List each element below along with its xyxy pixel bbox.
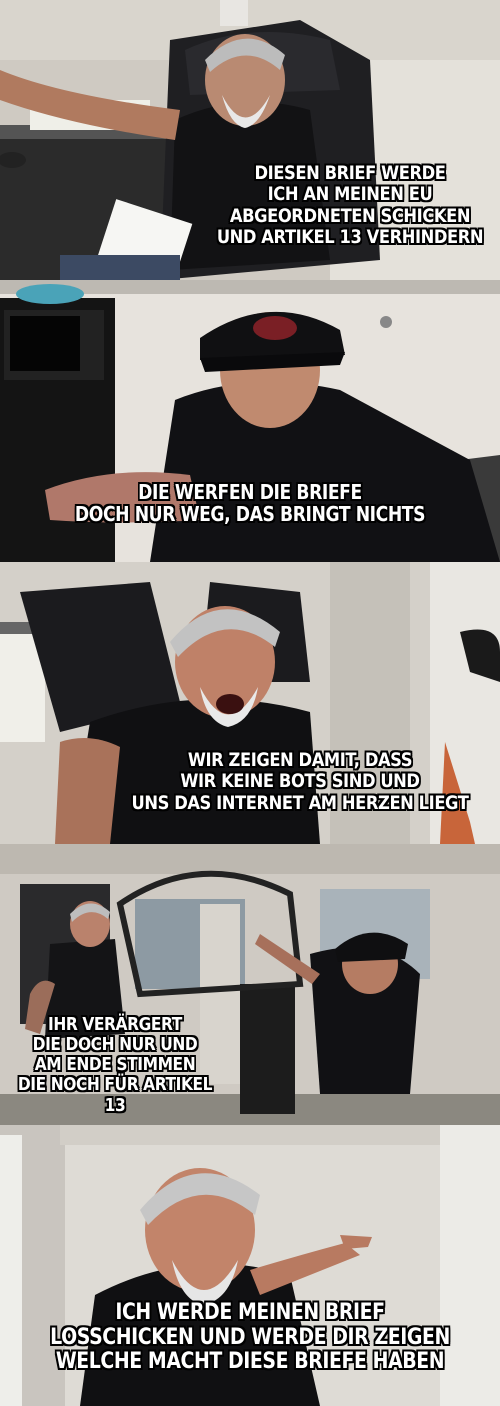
panel-1: DIESEN BRIEF WERDE ICH AN MEINEN EU ABGE… [0, 0, 500, 280]
panel-5-caption: ICH WERDE MEINEN BRIEF LOSSCHICKEN UND W… [50, 1300, 450, 1375]
panel-2-caption: DIE WERFEN DIE BRIEFE DOCH NUR WEG, DAS … [74, 480, 426, 527]
panel-1-caption: DIESEN BRIEF WERDE ICH AN MEINEN EU ABGE… [216, 162, 484, 248]
panel-5: ICH WERDE MEINEN BRIEF LOSSCHICKEN UND W… [0, 1125, 500, 1406]
panel-4-caption: IHR VERÄRGERT DIE DOCH NUR UND AM ENDE S… [17, 1014, 213, 1116]
panel-2: DIE WERFEN DIE BRIEFE DOCH NUR WEG, DAS … [0, 280, 500, 562]
panel-4: IHR VERÄRGERT DIE DOCH NUR UND AM ENDE S… [0, 844, 500, 1125]
panel-3-caption: WIR ZEIGEN DAMIT, DASS WIR KEINE BOTS SI… [131, 749, 469, 814]
panel-3: WIR ZEIGEN DAMIT, DASS WIR KEINE BOTS SI… [0, 562, 500, 844]
meme-image: DIESEN BRIEF WERDE ICH AN MEINEN EU ABGE… [0, 0, 500, 1406]
